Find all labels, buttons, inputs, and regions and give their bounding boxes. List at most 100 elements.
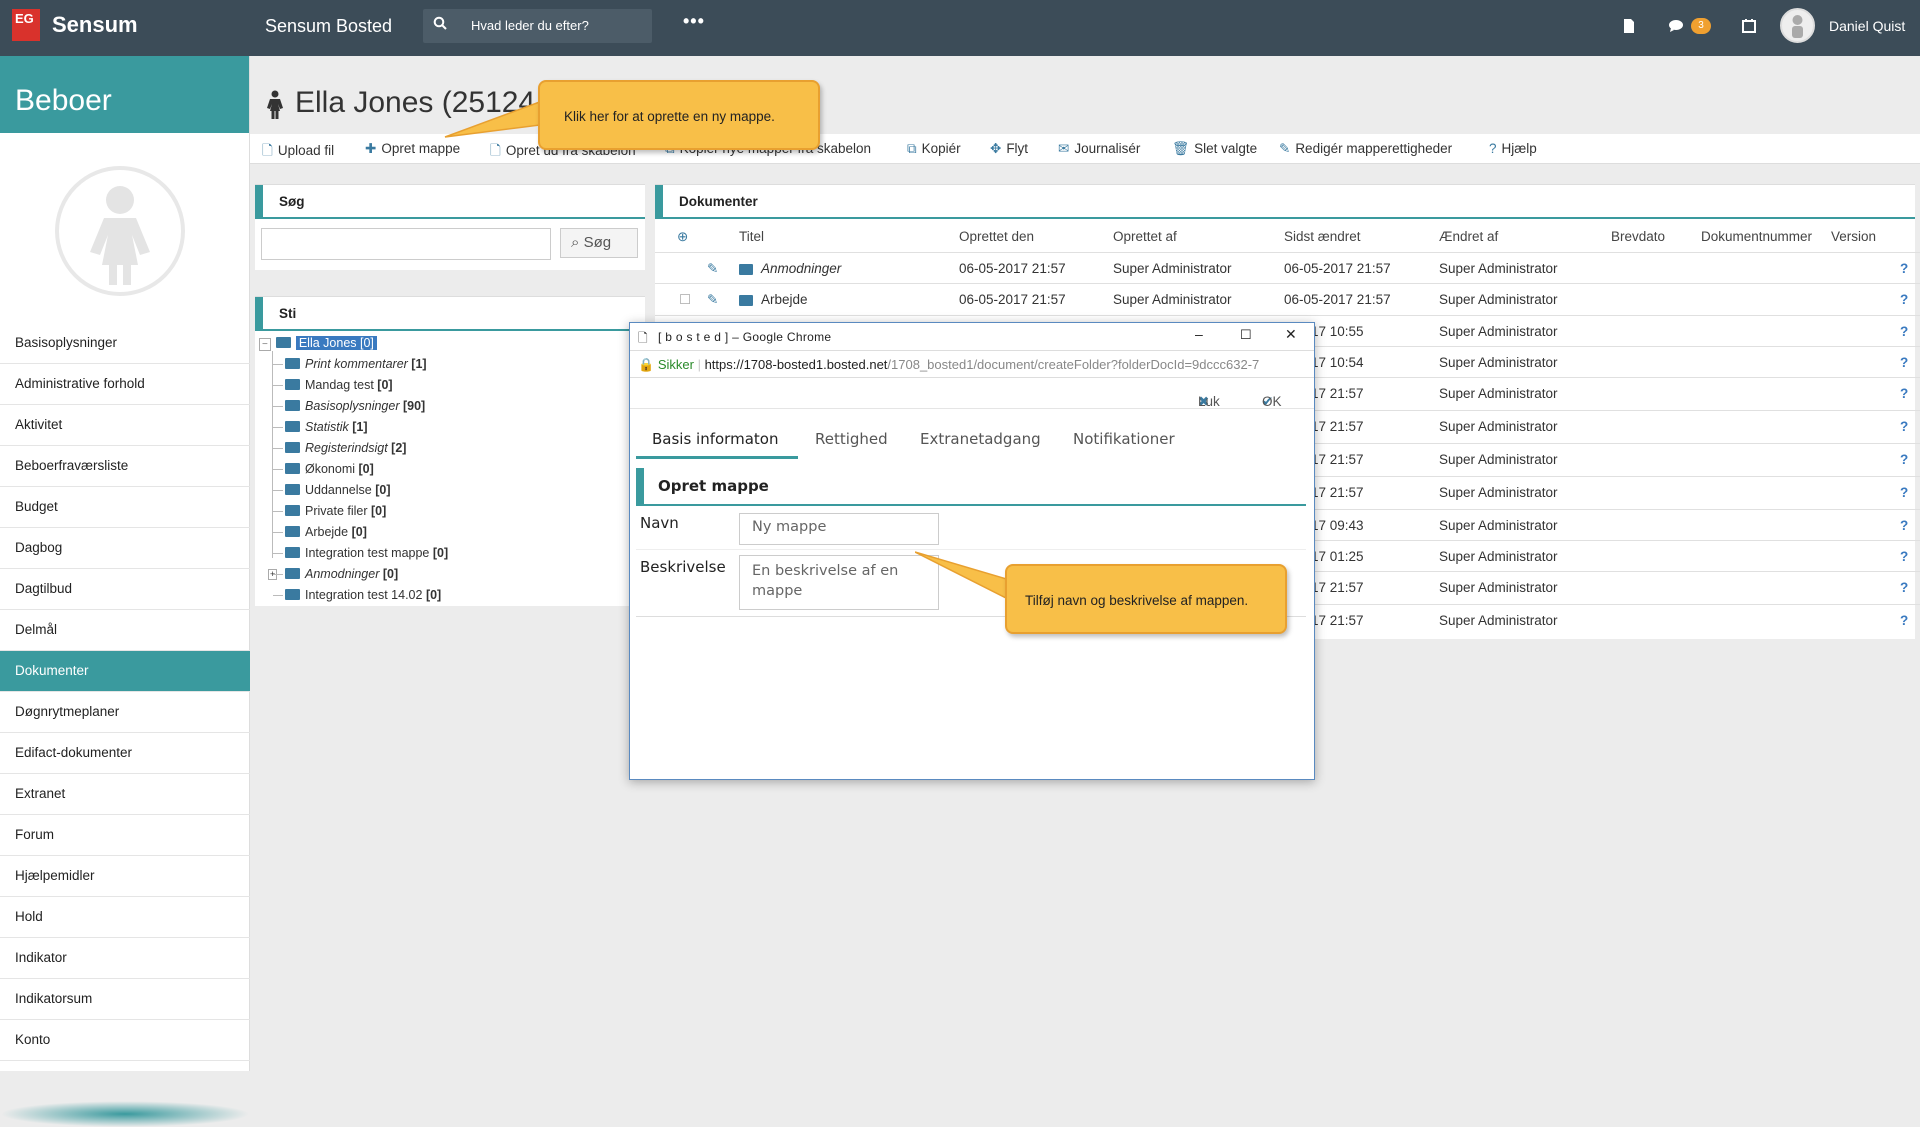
sidebar-menu: Basisoplysninger Administrative forhold Ak… <box>0 323 250 1061</box>
tree-node[interactable]: Økonomi [0] <box>259 459 448 480</box>
tree-connector <box>273 448 283 449</box>
top-bar: EG Sensum Sensum Bosted Hvad leder du ef… <box>0 0 1920 56</box>
global-search[interactable]: Hvad leder du efter? <box>423 9 652 43</box>
sidebar-item-3[interactable]: Beboerfraværsliste <box>0 446 250 487</box>
brand-name[interactable]: Sensum <box>52 12 138 38</box>
maximize-button[interactable]: ☐ <box>1240 327 1252 343</box>
sidebar-item-4[interactable]: Budget <box>0 487 250 528</box>
version-help-icon[interactable]: ? <box>1900 518 1908 533</box>
sidebar-item-8[interactable]: Dokumenter <box>0 651 250 692</box>
folder-name-input[interactable]: Ny mappe <box>739 513 939 545</box>
tree-node[interactable]: + Anmodninger [0] <box>259 564 448 585</box>
edit-folder-rights-button[interactable]: ✎ Redigér mapperettigheder <box>1279 141 1452 157</box>
table-row[interactable]: ☐ ✎ Arbejde 06-05-2017 21:57 Super Administr… <box>655 283 1920 316</box>
sidebar-item-16[interactable]: Indikatorsum <box>0 979 250 1020</box>
user-name[interactable]: Daniel Quist <box>1829 18 1905 34</box>
col-modified[interactable]: Sidst ændret <box>1284 229 1361 244</box>
popup-window-title: 🗋 [ b o s t e d ] – Google Chrome – ☐ ✕ <box>630 323 1314 351</box>
col-created[interactable]: Oprettet den <box>959 229 1034 244</box>
version-help-icon[interactable]: ? <box>1900 580 1908 595</box>
col-version[interactable]: Version <box>1831 229 1876 244</box>
tree-node[interactable]: Arbejde [0] <box>259 522 448 543</box>
cell-modified-by: Super Administrator <box>1439 386 1558 401</box>
more-menu-button[interactable]: ••• <box>683 11 705 32</box>
folder-icon <box>285 568 300 579</box>
sidebar-item-11[interactable]: Extranet <box>0 774 250 815</box>
document-search-input[interactable] <box>261 228 551 260</box>
user-avatar[interactable] <box>1780 8 1815 43</box>
version-help-icon[interactable]: ? <box>1900 386 1908 401</box>
tree-node[interactable]: Statistik [1] <box>259 417 448 438</box>
col-title[interactable]: Titel <box>739 229 764 244</box>
version-help-icon[interactable]: ? <box>1900 292 1908 307</box>
sidebar-title: Beboer <box>0 56 249 133</box>
col-modified-by[interactable]: Ændret af <box>1439 229 1498 244</box>
tree-node[interactable]: Integration test 14.02 [0] <box>259 585 448 606</box>
tree-node[interactable]: Uddannelse [0] <box>259 480 448 501</box>
tree-root[interactable]: − Ella Jones [0] <box>259 333 448 354</box>
tab-basis-info[interactable]: Basis informaton <box>636 418 798 459</box>
row-checkbox[interactable]: ☐ <box>679 292 691 308</box>
eg-logo[interactable]: EG <box>12 9 40 41</box>
collapse-icon[interactable]: − <box>259 338 271 351</box>
sidebar-item-5[interactable]: Dagbog <box>0 528 250 569</box>
sidebar-item-2[interactable]: Aktivitet <box>0 405 250 446</box>
version-help-icon[interactable]: ? <box>1900 419 1908 434</box>
version-help-icon[interactable]: ? <box>1900 355 1908 370</box>
tree-node[interactable]: Print kommentarer [1] <box>259 354 448 375</box>
version-help-icon[interactable]: ? <box>1900 452 1908 467</box>
delete-selected-button[interactable]: 🗑 Slet valgte <box>1172 141 1257 157</box>
sidebar-decoration <box>0 1101 250 1127</box>
upload-file-button[interactable]: 🗋 Upload fil <box>262 141 334 164</box>
version-help-icon[interactable]: ? <box>1900 613 1908 628</box>
popup-address-bar[interactable]: 🔒 Sikker | https://1708-bosted1.bosted.n… <box>630 351 1314 378</box>
tab-rights[interactable]: Rettighed <box>815 418 888 459</box>
tree-node[interactable]: Private filer [0] <box>259 501 448 522</box>
sidebar-item-14[interactable]: Hold <box>0 897 250 938</box>
search-panel: Søg ⌕ Søg <box>255 184 645 270</box>
add-circle-icon[interactable]: ⊕ <box>677 229 688 245</box>
sidebar-item-12[interactable]: Forum <box>0 815 250 856</box>
close-window-button[interactable]: ✕ <box>1285 326 1297 343</box>
sidebar-item-7[interactable]: Delmål <box>0 610 250 651</box>
col-letter-date[interactable]: Brevdato <box>1611 229 1665 244</box>
resident-avatar <box>55 166 185 296</box>
document-icon[interactable] <box>1621 18 1637 34</box>
sidebar-item-13[interactable]: Hjælpemidler <box>0 856 250 897</box>
version-help-icon[interactable]: ? <box>1900 549 1908 564</box>
calendar-icon[interactable] <box>1741 18 1757 34</box>
tree-node[interactable]: Integration test mappe [0] <box>259 543 448 564</box>
path-panel-header: Sti <box>255 297 645 331</box>
search-button[interactable]: ⌕ Søg <box>560 228 638 258</box>
app-name[interactable]: Sensum Bosted <box>265 16 392 37</box>
tab-notifications[interactable]: Notifikationer <box>1073 418 1175 459</box>
create-folder-button[interactable]: ✚ Opret mappe <box>365 141 460 157</box>
copy-button[interactable]: ⧉ Kopiér <box>907 141 961 157</box>
version-help-icon[interactable]: ? <box>1900 324 1908 339</box>
pencil-icon[interactable]: ✎ <box>707 261 718 277</box>
file-icon: 🗋 <box>490 143 501 158</box>
sidebar-item-0[interactable]: Basisoplysninger <box>0 323 250 364</box>
minimize-button[interactable]: – <box>1195 326 1203 342</box>
sidebar-item-1[interactable]: Administrative forhold <box>0 364 250 405</box>
move-button[interactable]: ✥ Flyt <box>990 141 1028 157</box>
tab-extranet[interactable]: Extranetadgang <box>920 418 1041 459</box>
tree-node[interactable]: Basisoplysninger [90] <box>259 396 448 417</box>
chat-icon[interactable] <box>1668 18 1684 34</box>
tree-node[interactable]: Mandag test [0] <box>259 375 448 396</box>
col-created-by[interactable]: Oprettet af <box>1113 229 1177 244</box>
sidebar-item-10[interactable]: Edifact-dokumenter <box>0 733 250 774</box>
version-help-icon[interactable]: ? <box>1900 485 1908 500</box>
version-help-icon[interactable]: ? <box>1900 261 1908 276</box>
folder-description-input[interactable]: En beskrivelse af en mappe <box>739 555 939 610</box>
col-doc-number[interactable]: Dokumentnummer <box>1701 229 1812 244</box>
sidebar-item-9[interactable]: Døgnrytmeplaner <box>0 692 250 733</box>
tree-node[interactable]: Registerindsigt [2] <box>259 438 448 459</box>
journal-button[interactable]: ✉ Journalisér <box>1058 141 1140 157</box>
sidebar-item-17[interactable]: Konto <box>0 1020 250 1061</box>
sidebar-item-15[interactable]: Indikator <box>0 938 250 979</box>
sidebar-item-6[interactable]: Dagtilbud <box>0 569 250 610</box>
table-row[interactable]: ✎ Anmodninger 06-05-2017 21:57 Super Admini… <box>655 252 1920 285</box>
pencil-icon[interactable]: ✎ <box>707 292 718 308</box>
help-button[interactable]: ? Hjælp <box>1489 141 1537 156</box>
